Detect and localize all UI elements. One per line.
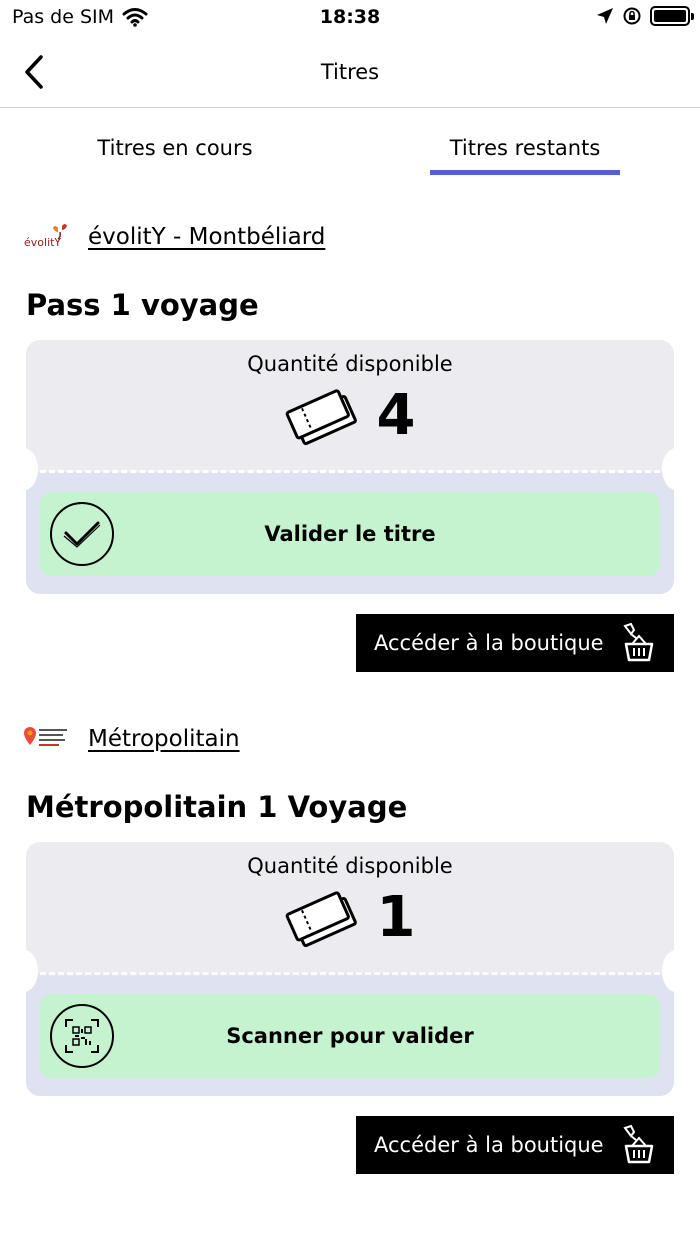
navigation-bar: Titres (0, 36, 700, 108)
status-icons (596, 6, 694, 26)
orientation-lock-icon (623, 7, 641, 25)
validate-ticket-button[interactable]: Valider le titre (40, 492, 660, 576)
shop-button[interactable]: Accéder à la boutique (356, 1116, 674, 1174)
operator-link[interactable]: évolitY - Montbéliard (88, 224, 325, 250)
ticket-card: Quantité disponible 1 Scanner pour valid… (26, 842, 674, 1096)
battery-icon (650, 6, 694, 26)
check-circle-icon (50, 502, 114, 566)
quantity-value: 1 (376, 885, 416, 950)
shopping-basket-icon (623, 622, 654, 662)
quantity-label: Quantité disponible (247, 854, 453, 878)
product-title: Métropolitain 1 Voyage (26, 790, 408, 824)
page-title: Titres (320, 60, 380, 84)
evolity-logo: évolitY (22, 222, 70, 252)
svg-text:évolitY: évolitY (24, 236, 61, 249)
active-tab-indicator (430, 170, 620, 175)
ticket-icon (285, 389, 357, 446)
shopping-basket-icon (623, 1124, 654, 1164)
validate-label: Valider le titre (264, 522, 436, 546)
status-bar: Pas de SIM 18:38 (0, 0, 700, 36)
shop-button[interactable]: Accéder à la boutique (356, 614, 674, 672)
operator-link[interactable]: Métropolitain (88, 726, 240, 752)
product-title: Pass 1 voyage (26, 288, 259, 322)
quantity-label: Quantité disponible (247, 352, 453, 376)
operator-header: évolitY évolitY - Montbéliard (22, 222, 325, 252)
quantity-value: 4 (376, 383, 416, 448)
scan-to-validate-button[interactable]: Scanner pour valider (40, 994, 660, 1078)
qr-scan-icon (50, 1004, 114, 1068)
tab-titres-en-cours[interactable]: Titres en cours (60, 136, 290, 160)
tab-bar: Titres en cours Titres restants (0, 110, 700, 180)
clock: 18:38 (319, 6, 381, 28)
perforation-divider (40, 972, 660, 975)
shop-label: Accéder à la boutique (374, 1133, 604, 1157)
ticket-card: Quantité disponible 4 Valider le titre (26, 340, 674, 594)
tab-titres-restants[interactable]: Titres restants (410, 136, 640, 160)
nord-franche-comte-logo (22, 724, 70, 754)
location-arrow-icon (597, 8, 613, 24)
operator-header: Métropolitain (22, 724, 240, 754)
perforation-divider (40, 470, 660, 473)
shop-label: Accéder à la boutique (374, 631, 604, 655)
quantity-row: 1 (26, 886, 674, 950)
scan-label: Scanner pour valider (226, 1024, 474, 1048)
quantity-row: 4 (26, 384, 674, 448)
ticket-icon (285, 891, 357, 948)
